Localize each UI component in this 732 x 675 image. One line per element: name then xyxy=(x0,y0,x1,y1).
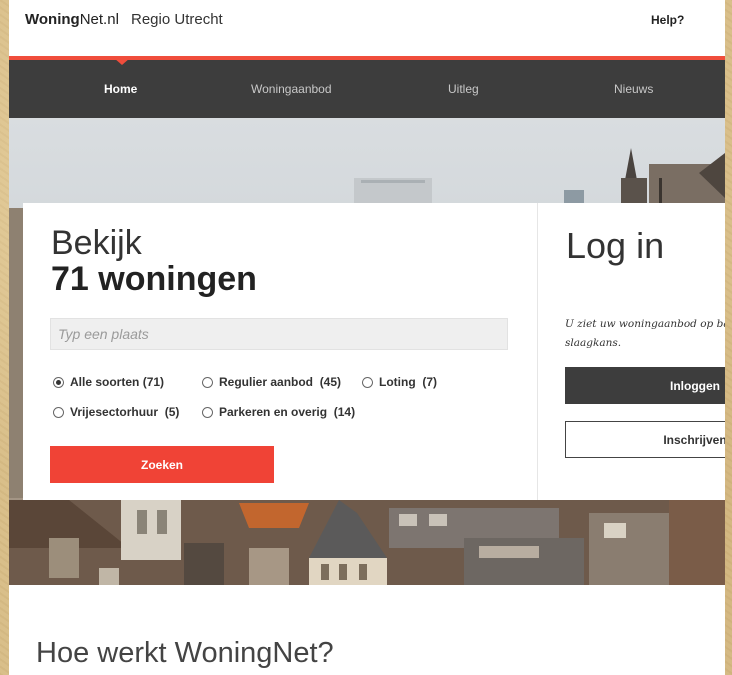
option-count: (7) xyxy=(422,375,437,389)
browser-page: WoningNet.nl Regio Utrecht Help? Home Wo… xyxy=(9,0,725,675)
option-count: (45) xyxy=(319,375,342,389)
register-button[interactable]: Inschrijven xyxy=(565,421,725,458)
option-regulier-aanbod[interactable]: Regulier aanbod (45) xyxy=(202,375,341,389)
nav-item-uitleg[interactable]: Uitleg xyxy=(448,82,479,96)
top-bar: WoningNet.nl Regio Utrecht Help? xyxy=(9,0,725,56)
radio-selected-icon[interactable] xyxy=(53,376,64,388)
option-label: Parkeren en overig xyxy=(219,405,328,419)
place-search-input[interactable] xyxy=(50,318,508,350)
radio-icon[interactable] xyxy=(362,376,373,388)
nav-item-nieuws[interactable]: Nieuws xyxy=(614,82,653,96)
login-description: U ziet uw woningaanbod op basis van uw s… xyxy=(565,318,725,349)
option-label: Regulier aanbod xyxy=(219,375,314,389)
option-label: Loting xyxy=(379,375,416,389)
site-logo[interactable]: WoningNet.nl xyxy=(25,11,119,28)
option-vrijesectorhuur[interactable]: Vrijesectorhuur (5) xyxy=(53,405,179,419)
option-alle-soorten[interactable]: Alle soorten (71) xyxy=(53,375,164,389)
radio-icon[interactable] xyxy=(202,406,213,418)
logo-bold-text: Woning xyxy=(25,11,80,28)
region-label: Regio Utrecht xyxy=(131,11,223,28)
section-heading: Hoe werkt WoningNet? xyxy=(36,637,334,669)
active-nav-indicator xyxy=(114,58,130,65)
help-link[interactable]: Help? xyxy=(651,13,684,27)
search-card: Bekijk 71 woningen Alle soorten (71) Reg… xyxy=(23,203,537,500)
option-count: (14) xyxy=(333,405,356,419)
option-label: Alle soorten xyxy=(70,375,140,389)
search-card-title: Bekijk xyxy=(51,224,142,262)
search-button[interactable]: Zoeken xyxy=(50,446,274,483)
nav-item-woningaanbod[interactable]: Woningaanbod xyxy=(251,82,332,96)
logo-rest-text: Net.nl xyxy=(79,11,119,28)
option-label: Vrijesectorhuur xyxy=(70,405,159,419)
nav-item-home[interactable]: Home xyxy=(104,82,137,96)
radio-icon[interactable] xyxy=(53,406,64,418)
option-loting[interactable]: Loting (7) xyxy=(362,375,437,389)
login-card: Log in U ziet uw woningaanbod op basis v… xyxy=(537,203,725,500)
main-nav: Home Woningaanbod Uitleg Nieuws xyxy=(9,60,725,118)
option-count: (5) xyxy=(164,405,180,419)
login-title: Log in xyxy=(566,225,665,266)
option-count: (71) xyxy=(142,375,165,389)
radio-icon[interactable] xyxy=(202,376,213,388)
info-section: Hoe werkt WoningNet? xyxy=(9,585,725,675)
option-parkeren-en-overig[interactable]: Parkeren en overig (14) xyxy=(202,405,355,419)
login-button[interactable]: Inloggen xyxy=(565,367,725,404)
listing-count: 71 woningen xyxy=(51,260,257,298)
